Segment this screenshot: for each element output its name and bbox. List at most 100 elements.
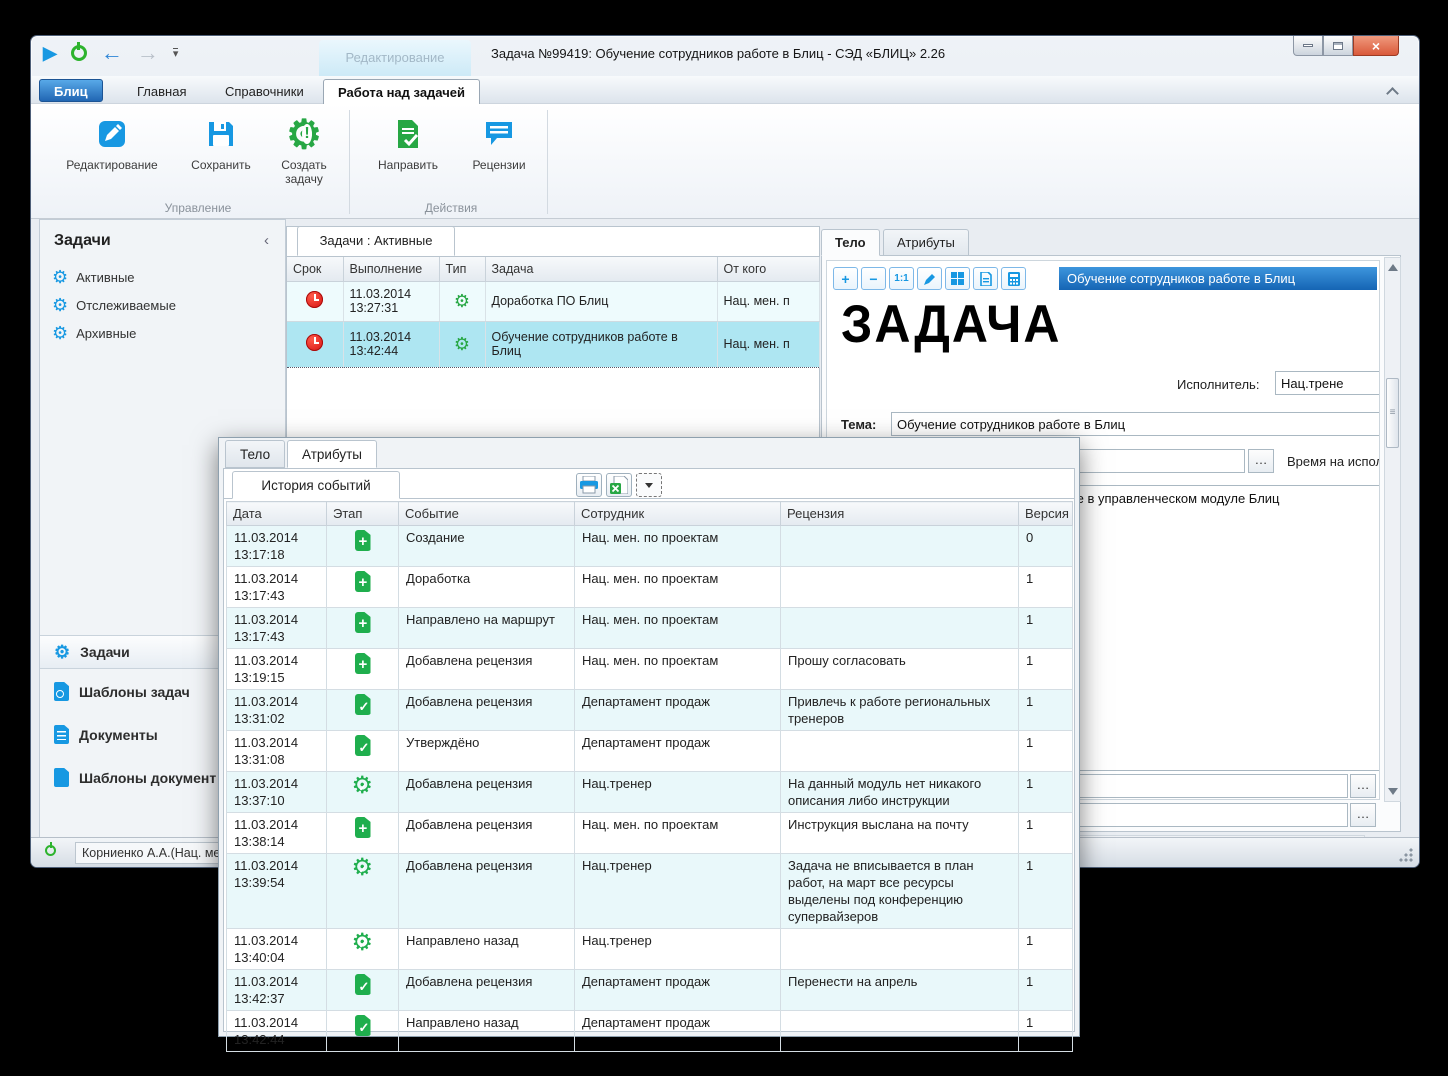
calculator-button[interactable]: [1001, 267, 1026, 290]
create-task-button[interactable]: ⚙ Создать задачу: [267, 112, 341, 186]
history-row[interactable]: 11.03.201413:31:08 УтверждёноДепартамент…: [227, 731, 1073, 772]
history-row[interactable]: 11.03.201413:42:37 Добавлена рецензияДеп…: [227, 970, 1073, 1011]
pencil-icon: [95, 117, 129, 154]
extra-field-1-picker[interactable]: …: [1350, 774, 1376, 798]
collapse-ribbon-icon[interactable]: [1387, 86, 1397, 96]
executor-label: Исполнитель:: [1177, 377, 1259, 392]
task-table-header[interactable]: Срок Выполнение Тип Задача От кого: [287, 257, 819, 281]
scroll-down-icon[interactable]: [1388, 788, 1398, 795]
sidebar-item-archived[interactable]: ⚙ Архивные: [52, 324, 136, 342]
history-row[interactable]: 11.03.201413:40:04 Направлено назадНац.т…: [227, 929, 1073, 970]
sidebar-item-active[interactable]: ⚙ Активные: [52, 268, 135, 286]
date-picker-button[interactable]: …: [1248, 449, 1274, 473]
group-separator: [547, 110, 548, 214]
task-table: Срок Выполнение Тип Задача От кого 11.03…: [287, 257, 820, 368]
group-separator: [349, 110, 350, 214]
selected-task-line[interactable]: Обучение сотрудников работе в Блиц: [1059, 267, 1377, 290]
excel-export-icon: [610, 476, 628, 494]
logoff-power-icon[interactable]: [45, 845, 56, 856]
window-controls: ×: [1293, 36, 1399, 56]
theme-label: Тема:: [841, 417, 876, 432]
minimize-button[interactable]: [1293, 36, 1323, 56]
calculator-icon: [1008, 272, 1020, 286]
executor-field[interactable]: Нац.трене: [1275, 371, 1380, 395]
history-table: Дата Этап Событие Сотрудник Рецензия Вер…: [226, 501, 1073, 1052]
app-play-icon[interactable]: ▶: [43, 44, 57, 62]
sidebar-title: Задачи: [54, 232, 111, 250]
history-row[interactable]: 11.03.201413:31:02 Добавлена рецензияДеп…: [227, 690, 1073, 731]
history-tab[interactable]: История событий: [232, 471, 400, 499]
power-icon[interactable]: [71, 45, 87, 61]
history-row[interactable]: 11.03.201413:19:15 Добавлена рецензияНац…: [227, 649, 1073, 690]
tab-references[interactable]: Справочники: [211, 79, 318, 104]
tab-attributes[interactable]: Атрибуты: [883, 229, 969, 256]
history-row[interactable]: 11.03.201413:17:43 ДоработкаНац. мен. по…: [227, 567, 1073, 608]
document-title: ЗАДАЧА: [841, 294, 1061, 355]
floppy-icon: [205, 118, 237, 153]
stage-icon: [352, 611, 374, 635]
tab-app-blitz[interactable]: Блиц: [39, 79, 103, 102]
vertical-scrollbar[interactable]: ≡: [1384, 257, 1401, 802]
popup-tab-attributes[interactable]: Атрибуты: [287, 440, 377, 468]
overdue-clock-icon: [306, 334, 323, 351]
task-list-tab[interactable]: Задачи : Активные: [297, 226, 455, 256]
qat-customize-icon[interactable]: ▾: [173, 48, 179, 59]
popup-tab-body[interactable]: Тело: [225, 440, 285, 468]
forward-arrow-icon[interactable]: →: [137, 45, 159, 61]
document-view-button[interactable]: [973, 267, 998, 290]
history-row[interactable]: 11.03.201413:38:14 Добавлена рецензияНац…: [227, 813, 1073, 854]
gear-icon: ⚙: [52, 324, 68, 342]
minimize-icon: [1303, 44, 1313, 47]
tab-body[interactable]: Тело: [821, 229, 880, 256]
edit-button[interactable]: Редактирование: [53, 112, 171, 172]
actual-size-button[interactable]: 1:1: [889, 267, 914, 290]
zoom-out-button[interactable]: −: [861, 267, 886, 290]
send-button[interactable]: Направить: [361, 112, 455, 172]
task-type-gear-icon: ⚙: [454, 334, 470, 354]
maximize-button[interactable]: [1323, 36, 1353, 56]
close-button[interactable]: ×: [1353, 36, 1399, 56]
task-row[interactable]: 11.03.201413:27:31 ⚙ Доработка ПО Блиц Н…: [287, 281, 819, 321]
history-row[interactable]: 11.03.201413:42:44 Направлено назадДепар…: [227, 1011, 1073, 1052]
toolbar-options-button[interactable]: [636, 473, 662, 497]
stage-icon: [352, 775, 374, 799]
tab-task-work[interactable]: Работа над задачей: [323, 79, 480, 105]
export-excel-button[interactable]: [606, 473, 632, 497]
history-row[interactable]: 11.03.201413:37:10 Добавлена рецензияНац…: [227, 772, 1073, 813]
detail-toolbar: + − 1:1: [833, 267, 1026, 290]
back-arrow-icon[interactable]: ←: [101, 45, 123, 61]
sidebar-collapse-icon[interactable]: ‹: [264, 232, 269, 249]
ribbon-tab-strip: Блиц Главная Справочники Работа над зада…: [31, 76, 1419, 104]
task-row-selected[interactable]: 11.03.201413:42:44 ⚙ Обучение сотруднико…: [287, 321, 819, 367]
stage-icon: [352, 857, 374, 881]
save-button[interactable]: Сохранить: [179, 112, 263, 172]
printer-icon: [579, 476, 599, 494]
tab-home[interactable]: Главная: [123, 79, 200, 104]
history-row[interactable]: 11.03.201413:17:18 СозданиеНац. мен. по …: [227, 526, 1073, 567]
history-table-header[interactable]: Дата Этап Событие Сотрудник Рецензия Вер…: [227, 502, 1073, 526]
window-title: Задача №99419: Обучение сотрудников рабо…: [491, 36, 945, 76]
title-bar[interactable]: ▶ ← → ▾ Редактирование Задача №99419: Об…: [31, 36, 1419, 76]
ribbon: Редактирование Сохранить ⚙ Создать задач…: [31, 104, 1419, 219]
group-label-actions: Действия: [361, 201, 541, 215]
sidebar-item-tracked[interactable]: ⚙ Отслеживаемые: [52, 296, 176, 314]
history-row[interactable]: 11.03.201413:17:43 Направлено на маршрут…: [227, 608, 1073, 649]
resize-grip[interactable]: [1399, 848, 1413, 862]
extra-field-2-picker[interactable]: …: [1350, 803, 1376, 827]
stage-icon: [352, 973, 374, 997]
history-row[interactable]: 11.03.201413:39:54 Добавлена рецензияНац…: [227, 854, 1073, 929]
tiles-view-button[interactable]: [945, 267, 970, 290]
stage-icon: [352, 734, 374, 758]
quick-access-toolbar: ▶ ← → ▾: [43, 44, 178, 62]
edit-pencil-button[interactable]: [917, 267, 942, 290]
theme-field[interactable]: Обучение сотрудников работе в Блиц: [891, 412, 1380, 436]
scroll-thumb[interactable]: ≡: [1386, 378, 1399, 448]
print-button[interactable]: [576, 473, 602, 497]
pencil-icon: [923, 272, 937, 286]
stage-icon: [352, 932, 374, 956]
reviews-button[interactable]: Рецензии: [459, 112, 539, 172]
speech-bubble-icon: [483, 119, 515, 152]
zoom-in-button[interactable]: +: [833, 267, 858, 290]
gear-icon: ⚙: [54, 643, 70, 661]
scroll-up-icon[interactable]: [1388, 264, 1398, 271]
